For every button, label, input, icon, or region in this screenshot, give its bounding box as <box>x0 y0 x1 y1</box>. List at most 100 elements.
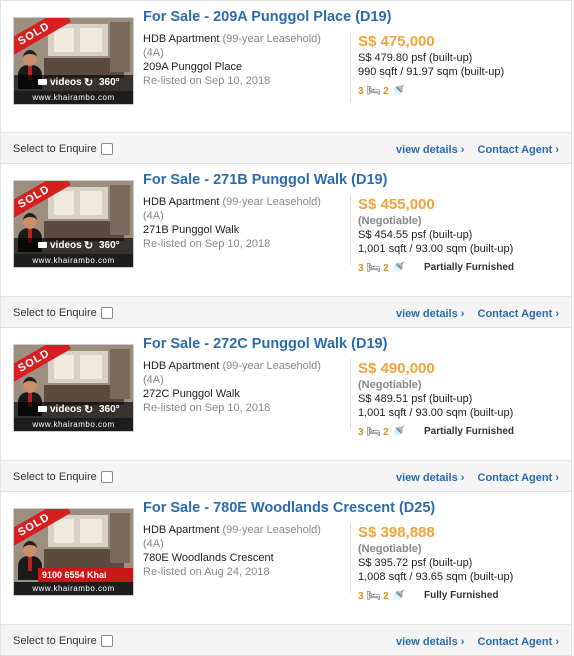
view-360-label: 360° <box>99 240 120 251</box>
listing-card: SOLD videos ↻ 360° www.khairambo.com For… <box>0 328 572 492</box>
rotate-360-icon: ↻ <box>84 240 94 252</box>
view-details-link[interactable]: view details › <box>396 472 464 484</box>
listing-links: view details › Contact Agent › <box>386 308 559 320</box>
price: S$ 455,000 <box>358 196 435 213</box>
checkbox[interactable] <box>100 471 113 483</box>
view-details-link[interactable]: view details › <box>396 144 464 156</box>
divider <box>350 195 351 265</box>
listing-footer: Select to Enquire view details › Contact… <box>1 624 571 655</box>
listing-results: SOLD videos ↻ 360° www.khairambo.com For… <box>0 0 574 656</box>
listing-card: SOLD 9100 6554 Khai Rambo www.khairambo.… <box>0 492 572 656</box>
negotiable-label: (Negotiable) <box>358 215 422 227</box>
listing-title[interactable]: For Sale - 209A Punggol Place (D19) <box>143 9 391 25</box>
tenure: (99-year Leasehold) <box>222 360 321 372</box>
price-psf: S$ 489.51 psf (built-up) <box>358 393 473 405</box>
room-type: (4A) <box>143 374 164 386</box>
listing-thumbnail[interactable]: SOLD videos ↻ 360° www.khairambo.com <box>13 180 134 268</box>
bed-icon: 🛏 <box>366 85 381 97</box>
checkbox[interactable] <box>100 307 113 319</box>
listing-footer: Select to Enquire view details › Contact… <box>1 296 571 327</box>
listing-title[interactable]: For Sale - 271B Punggol Walk (D19) <box>143 172 387 188</box>
checkbox[interactable] <box>100 143 113 155</box>
enquire-checkbox[interactable]: Select to Enquire <box>13 635 113 647</box>
bathroom-count: 2 <box>383 427 389 438</box>
video-icon: videos <box>38 75 82 91</box>
enquire-checkbox[interactable]: Select to Enquire <box>13 307 113 319</box>
property-type: HDB Apartment <box>143 33 220 45</box>
checkbox[interactable] <box>100 635 113 647</box>
address: 209A Punggol Place <box>143 61 243 73</box>
property-type: HDB Apartment <box>143 360 220 372</box>
listing-thumbnail[interactable]: SOLD videos ↻ 360° www.khairambo.com <box>13 344 134 432</box>
room-type: (4A) <box>143 538 164 550</box>
price-psf: S$ 395.72 psf (built-up) <box>358 557 473 569</box>
bed-icon: 🛏 <box>366 426 381 438</box>
price-column: S$ 455,000 (Negotiable) S$ 454.55 psf (b… <box>358 196 568 275</box>
enquire-label: Select to Enquire <box>13 635 97 647</box>
contact-agent-link[interactable]: Contact Agent › <box>478 636 559 648</box>
price: S$ 490,000 <box>358 360 435 377</box>
property-type: HDB Apartment <box>143 524 220 536</box>
view-360-label: 360° <box>99 77 120 88</box>
listing-card: SOLD videos ↻ 360° www.khairambo.com For… <box>0 0 572 164</box>
rotate-360-icon: ↻ <box>84 404 94 416</box>
media-bar: videos ↻ 360° <box>14 238 133 254</box>
property-type: HDB Apartment <box>143 196 220 208</box>
listing-thumbnail[interactable]: SOLD videos ↻ 360° www.khairambo.com <box>13 17 134 105</box>
furnishing: Partially Furnished <box>424 426 515 437</box>
floor-size: 1,008 sqft / 93.65 sqm (built-up) <box>358 571 514 583</box>
divider <box>350 32 351 102</box>
floor-size: 1,001 sqft / 93.00 sqm (built-up) <box>358 407 514 419</box>
listing-info: HDB Apartment (99-year Leasehold) (4A) 2… <box>143 195 348 251</box>
bathroom-count: 2 <box>383 591 389 602</box>
agent-website: www.khairambo.com <box>14 418 133 431</box>
video-icon: videos <box>38 238 82 254</box>
listing-title[interactable]: For Sale - 780E Woodlands Crescent (D25) <box>143 500 435 516</box>
address: 272C Punggol Walk <box>143 388 240 400</box>
address: 780E Woodlands Crescent <box>143 552 274 564</box>
rotate-360-icon: ↻ <box>84 77 94 89</box>
room-counts: 3 🛏 2 🚿 Partially Furnished <box>358 261 568 275</box>
bed-icon: 🛏 <box>366 262 381 274</box>
contact-agent-link[interactable]: Contact Agent › <box>478 308 559 320</box>
agent-phone-banner: 9100 6554 Khai Rambo <box>38 568 133 594</box>
bedroom-count: 3 <box>358 427 364 438</box>
view-details-link[interactable]: view details › <box>396 308 464 320</box>
bathroom-count: 2 <box>383 86 389 97</box>
listing-links: view details › Contact Agent › <box>386 472 559 484</box>
enquire-label: Select to Enquire <box>13 471 97 483</box>
contact-agent-link[interactable]: Contact Agent › <box>478 144 559 156</box>
view-360-label: 360° <box>99 404 120 415</box>
shower-icon: 🚿 <box>391 85 406 97</box>
bedroom-count: 3 <box>358 591 364 602</box>
price-psf: S$ 479.80 psf (built-up) <box>358 52 473 64</box>
view-details-link[interactable]: view details › <box>396 636 464 648</box>
floor-size: 990 sqft / 91.97 sqm (built-up) <box>358 66 505 78</box>
listing-info: HDB Apartment (99-year Leasehold) (4A) 2… <box>143 32 348 88</box>
room-counts: 3 🛏 2 🚿 Fully Furnished <box>358 589 568 603</box>
room-type: (4A) <box>143 47 164 59</box>
listing-card: SOLD videos ↻ 360° www.khairambo.com For… <box>0 164 572 328</box>
bed-icon: 🛏 <box>366 590 381 602</box>
media-bar: videos ↻ 360° <box>14 402 133 418</box>
shower-icon: 🚿 <box>391 590 406 602</box>
room-type: (4A) <box>143 210 164 222</box>
listing-title[interactable]: For Sale - 272C Punggol Walk (D19) <box>143 336 387 352</box>
negotiable-label: (Negotiable) <box>358 543 422 555</box>
listing-footer: Select to Enquire view details › Contact… <box>1 460 571 491</box>
listing-thumbnail[interactable]: SOLD 9100 6554 Khai Rambo www.khairambo.… <box>13 508 134 596</box>
listing-footer: Select to Enquire view details › Contact… <box>1 132 571 163</box>
divider <box>350 359 351 429</box>
furnishing: Partially Furnished <box>424 262 515 273</box>
enquire-checkbox[interactable]: Select to Enquire <box>13 143 113 155</box>
listed-date: Re-listed on Sep 10, 2018 <box>143 75 271 87</box>
floor-size: 1,001 sqft / 93.00 sqm (built-up) <box>358 243 514 255</box>
enquire-checkbox[interactable]: Select to Enquire <box>13 471 113 483</box>
price-column: S$ 475,000 S$ 479.80 psf (built-up) 990 … <box>358 33 568 98</box>
bathroom-count: 2 <box>383 263 389 274</box>
enquire-label: Select to Enquire <box>13 307 97 319</box>
shower-icon: 🚿 <box>391 262 406 274</box>
contact-agent-link[interactable]: Contact Agent › <box>478 472 559 484</box>
listing-info: HDB Apartment (99-year Leasehold) (4A) 2… <box>143 359 348 415</box>
room-counts: 3 🛏 2 🚿 <box>358 84 568 98</box>
